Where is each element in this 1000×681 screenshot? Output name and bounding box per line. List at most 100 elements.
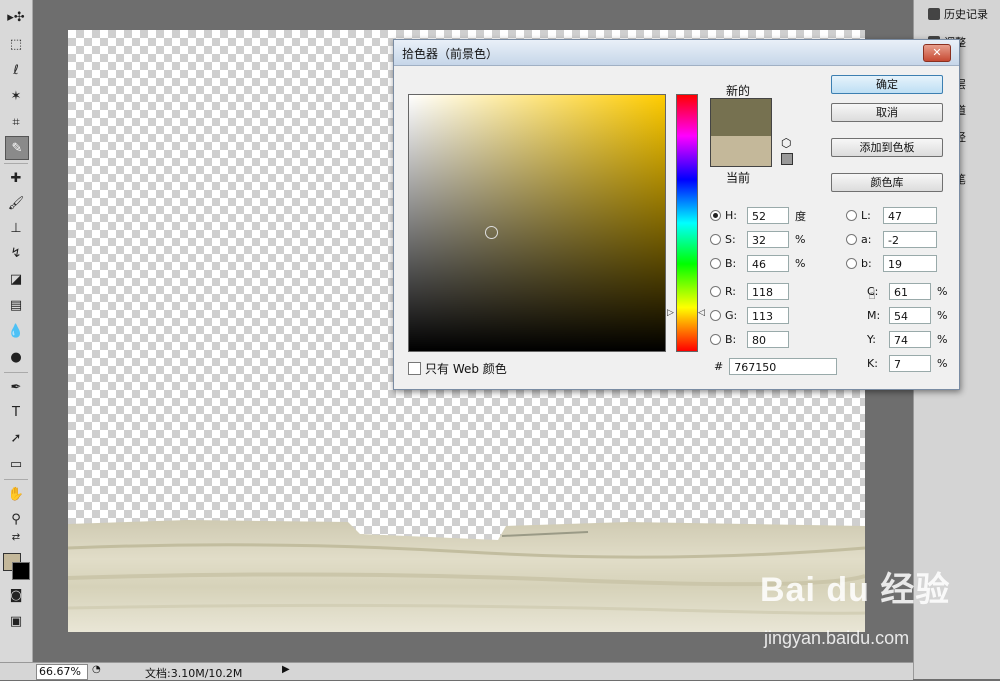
web-safe-square-icon[interactable] [781,153,793,165]
marquee-tool-icon[interactable]: ⬚ [5,33,27,55]
yellow-unit: % [937,333,948,346]
hue-slider[interactable] [676,94,698,352]
eraser-tool-icon[interactable]: ◪ [5,268,27,290]
blue-radio[interactable] [710,334,721,345]
lab-l-radio[interactable] [846,210,857,221]
clone-stamp-tool-icon[interactable]: ⊥ [5,217,27,239]
close-button[interactable]: ✕ [923,44,951,62]
dialog-titlebar[interactable]: 拾色器（前景色） ✕ [394,40,959,66]
status-bar: 66.67% ◔ 文档:3.10M/10.2M ▶ [0,662,913,680]
saturation-row: S: 32% [710,231,805,248]
brightness-input[interactable]: 46 [747,255,789,272]
healing-brush-tool-icon[interactable]: ✚ [5,167,27,189]
shape-tool-icon[interactable]: ▭ [5,453,27,475]
saturation-label: S: [725,233,736,246]
lasso-tool-icon[interactable]: ℓ [5,59,27,81]
magic-wand-tool-icon[interactable]: ✶ [5,85,27,107]
color-libraries-button[interactable]: 颜色库 [831,173,943,192]
lab-b-input[interactable]: 19 [883,255,937,272]
panel-history[interactable]: 历史记录 [914,2,1000,26]
red-label: R: [725,285,737,298]
saturation-radio[interactable] [710,234,721,245]
add-to-swatches-button[interactable]: 添加到色板 [831,138,943,157]
color-field[interactable] [408,94,666,352]
web-only-option[interactable]: 只有 Web 颜色 [408,360,507,377]
green-radio[interactable] [710,310,721,321]
hand-tool-icon[interactable]: ✋ [5,483,27,505]
brightness-label: B: [725,257,737,270]
color-field-cursor[interactable] [485,226,498,239]
lab-b-radio[interactable] [846,258,857,269]
brightness-row: B: 46% [710,255,805,272]
web-only-label: 只有 Web 颜色 [425,362,507,376]
red-input[interactable]: 118 [747,283,789,300]
hue-unit: 度 [795,209,806,223]
hex-input[interactable]: 767150 [729,358,838,375]
history-brush-tool-icon[interactable]: ↯ [5,242,27,264]
lab-l-row: L: 47 [846,207,937,224]
cyan-unit: % [937,285,948,298]
eyedropper-tool-icon[interactable]: ✎ [5,136,29,160]
magenta-row: M: 54% [867,307,947,324]
move-tool-icon[interactable]: ▸✣ [5,6,27,28]
yellow-input[interactable]: 74 [889,331,931,348]
zoom-tool-icon[interactable]: ⚲ [5,508,27,530]
lab-a-row: a: -2 [846,231,937,248]
gradient-tool-icon[interactable]: ▤ [5,294,27,316]
dodge-tool-icon[interactable]: ● [5,346,27,368]
blue-label: B: [725,333,737,346]
toolbar-divider [4,163,28,164]
info-icon[interactable]: ◔ [92,664,101,675]
red-radio[interactable] [710,286,721,297]
new-color-swatch [710,98,772,137]
lab-a-radio[interactable] [846,234,857,245]
toolbar-divider [4,372,28,373]
hue-input[interactable]: 52 [747,207,789,224]
hand-cursor-icon: ☝ [868,288,876,303]
screen-mode-icon[interactable]: ▣ [5,610,27,632]
magenta-unit: % [937,309,948,322]
zoom-level-input[interactable]: 66.67% [36,664,88,680]
brightness-unit: % [795,257,806,270]
web-only-checkbox[interactable] [408,362,421,375]
hue-slider-left-arrow-icon[interactable]: ▷ [667,308,674,318]
ok-button[interactable]: 确定 [831,75,943,94]
black-label: K: [867,357,878,370]
blur-tool-icon[interactable]: 💧 [5,320,27,342]
cyan-input[interactable]: 61 [889,283,931,300]
magenta-input[interactable]: 54 [889,307,931,324]
gamut-warning-cube-icon[interactable]: ⬡ [781,136,791,150]
swap-colors-icon[interactable]: ⇄ [5,530,27,544]
saturation-input[interactable]: 32 [747,231,789,248]
hue-radio[interactable] [710,210,721,221]
blue-input[interactable]: 80 [747,331,789,348]
black-unit: % [937,357,948,370]
path-selection-tool-icon[interactable]: ➚ [5,427,27,449]
magenta-label: M: [867,309,881,322]
blue-row: B: 80 [710,331,789,348]
brush-tool-icon[interactable]: 🖌 [5,192,27,214]
status-menu-arrow-icon[interactable]: ▶ [282,664,290,675]
lab-l-input[interactable]: 47 [883,207,937,224]
type-tool-icon[interactable]: T [5,401,27,423]
saturation-unit: % [795,233,806,246]
hue-row: H: 52 度 [710,207,806,224]
pen-tool-icon[interactable]: ✒ [5,376,27,398]
lab-b-row: b: 19 [846,255,937,272]
background-color-swatch[interactable] [12,562,30,580]
red-row: R: 118 [710,283,789,300]
watermark-brand: Bai du 经验 [760,571,951,609]
current-color-swatch[interactable] [710,136,772,167]
green-input[interactable]: 113 [747,307,789,324]
toolbar-divider [4,479,28,480]
lab-a-input[interactable]: -2 [883,231,937,248]
crop-tool-icon[interactable]: ⌗ [5,111,27,133]
cyan-row: C: 61% [867,283,947,300]
brightness-radio[interactable] [710,258,721,269]
black-row: K: 7% [867,355,947,372]
hue-slider-right-arrow-icon[interactable]: ◁ [698,308,705,318]
history-icon [928,8,940,20]
black-input[interactable]: 7 [889,355,931,372]
quick-mask-icon[interactable]: ◙ [5,584,27,606]
cancel-button[interactable]: 取消 [831,103,943,122]
